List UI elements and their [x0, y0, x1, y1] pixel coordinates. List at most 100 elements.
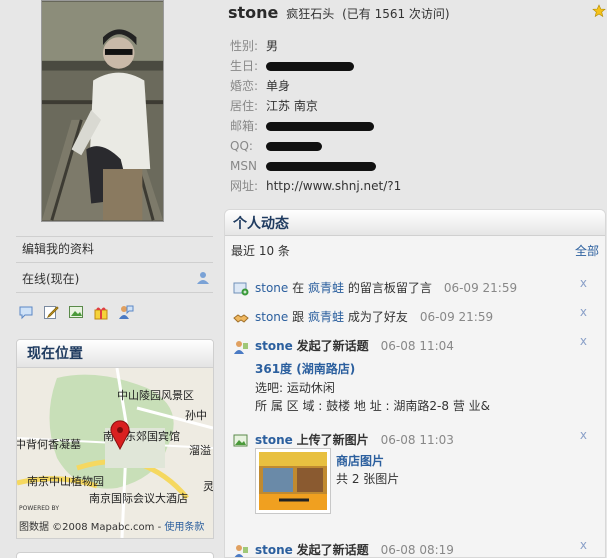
redacted-value [266, 162, 376, 171]
location-title: 现在位置 [17, 340, 213, 368]
redacted-value [266, 62, 354, 71]
avatar[interactable] [41, 0, 164, 222]
feed-line: stone 上传了新图片 06-08 11:03 [255, 432, 454, 448]
info-qq: QQ: [230, 136, 401, 156]
info-website: 网址: http://www.shnj.net/?1 [230, 176, 401, 196]
info-key: QQ: [230, 139, 253, 153]
info-msn: MSN [230, 156, 401, 176]
map-label: 孙中 [185, 409, 207, 422]
feed-item: stone 上传了新图片 06-08 11:03 x 商店图片 共 2 张图片 [233, 428, 599, 532]
handshake-icon [233, 311, 249, 325]
topic-summary: 所 属 区 域 : 鼓楼 地 址 : 湖南路2-8 营 业& [255, 399, 491, 413]
info-gender: 性别: 男 [230, 36, 401, 56]
picture-icon[interactable] [68, 304, 84, 320]
topic-summary: 选吧: 运动休闲 [255, 381, 335, 395]
redacted-value [266, 142, 322, 151]
info-key: MSN [230, 159, 257, 173]
website-link[interactable]: http://www.shnj.net/?1 [266, 179, 401, 193]
divider [16, 236, 213, 237]
actor-link[interactable]: stone [255, 433, 293, 447]
map-label: 南京国际会议大酒店 [89, 492, 188, 505]
close-icon[interactable]: x [580, 428, 587, 442]
feed-time: 06-08 11:03 [380, 433, 454, 447]
actor-link[interactable]: stone [255, 310, 288, 324]
feed-action: 发起了新话题 [296, 339, 369, 353]
avatar-photo [42, 1, 163, 221]
username: stone [228, 3, 279, 22]
feed-action: 上传了新图片 [296, 433, 369, 447]
friend-icon[interactable] [118, 304, 134, 320]
info-value: 单身 [266, 79, 291, 93]
map-pin-icon[interactable] [109, 420, 131, 450]
left-column: 编辑我的资料 在线(现在) 现在位置 中山陵园风景区 孙中 中背何香凝墓 南京东… [0, 0, 218, 558]
feed-all-link[interactable]: 全部 [575, 242, 599, 259]
album-thumbnail[interactable] [255, 448, 331, 514]
feed-action: 发起了新话题 [296, 543, 369, 557]
feed-line: stone 发起了新话题 06-08 08:19 [255, 542, 454, 557]
map-copyright: 图数据 ©2008 Mapabc.com - [19, 522, 165, 533]
actor-link[interactable]: stone [255, 543, 293, 557]
user-topic-icon [233, 544, 249, 557]
map-footer: 图数据 ©2008 Mapabc.com - 使用条款 [17, 518, 213, 538]
activity-feed: 个人动态 最近 10 条 全部 stone 在 疯青蛙 的留言板留了言 06-09… [224, 209, 606, 558]
map-label: 中背何香凝墓 [17, 438, 81, 451]
user-status-icon[interactable] [196, 271, 210, 285]
info-value: 江苏 南京 [266, 99, 318, 113]
profile-header: stone 疯狂石头 (已有 1561 次访问) [228, 3, 450, 22]
comment-icon[interactable] [18, 304, 34, 320]
feed-time: 06-08 11:04 [380, 339, 454, 353]
divider [16, 292, 213, 293]
feed-text: 成为了好友 [347, 310, 408, 324]
close-icon[interactable]: x [580, 538, 587, 552]
target-link[interactable]: 疯青蛙 [308, 310, 344, 324]
map-label: 溜溢 [189, 444, 211, 457]
info-key: 婚恋: [230, 79, 259, 93]
feed-line: stone 跟 疯青蛙 成为了好友 06-09 21:59 [255, 309, 493, 325]
feed-subtitle: 最近 10 条 [231, 244, 290, 258]
nickname: 疯狂石头 [286, 7, 335, 21]
location-panel: 现在位置 中山陵园风景区 孙中 中背何香凝墓 南京东郊国宾馆 溜溢 南京中山植物… [16, 339, 214, 539]
info-value: 男 [266, 39, 279, 53]
next-panel [16, 552, 214, 558]
map[interactable]: 中山陵园风景区 孙中 中背何香凝墓 南京东郊国宾馆 溜溢 南京中山植物园 南京国… [17, 368, 213, 538]
close-icon[interactable]: x [580, 334, 587, 348]
redacted-value [266, 122, 374, 131]
actor-link[interactable]: stone [255, 281, 288, 295]
action-icons [18, 304, 134, 320]
info-birthday: 生日: [230, 56, 401, 76]
upload-picture-icon [233, 434, 249, 448]
close-icon[interactable]: x [580, 305, 587, 319]
terms-link[interactable]: 使用条款 [164, 522, 204, 533]
star-icon[interactable] [592, 4, 606, 18]
target-link[interactable]: 疯青蛙 [308, 281, 344, 295]
actor-link[interactable]: stone [255, 339, 293, 353]
map-label: 南京中山植物园 [27, 475, 104, 488]
edit-profile-link[interactable]: 编辑我的资料 [22, 240, 94, 257]
map-label: 灵 [203, 480, 213, 493]
close-icon[interactable]: x [580, 276, 587, 290]
divider [16, 262, 213, 263]
feed-text: 在 [292, 281, 305, 295]
feed-line: stone 发起了新话题 06-08 11:04 [255, 338, 454, 354]
feed-text: 跟 [292, 310, 305, 324]
feed-line: stone 在 疯青蛙 的留言板留了言 06-09 21:59 [255, 280, 517, 296]
info-key: 居住: [230, 99, 259, 113]
feed-time: 06-09 21:59 [443, 281, 518, 295]
info-key: 网址: [230, 179, 259, 193]
info-email: 邮箱: [230, 116, 401, 136]
gift-icon[interactable] [93, 304, 109, 320]
info-key: 邮箱: [230, 119, 259, 133]
info-residence: 居住: 江苏 南京 [230, 96, 401, 116]
feed-time: 06-09 21:59 [419, 310, 494, 324]
powered-by-label: POWERED BY [19, 505, 60, 512]
info-key: 性别: [230, 39, 259, 53]
album-name-link[interactable]: 商店图片 [336, 452, 384, 469]
visit-count: (已有 1561 次访问) [342, 7, 450, 21]
edit-icon[interactable] [43, 304, 59, 320]
album-count: 共 2 张图片 [336, 472, 400, 486]
feed-time: 06-08 08:19 [380, 543, 454, 557]
message-board-icon [233, 282, 249, 296]
user-topic-icon [233, 340, 249, 354]
topic-title-link[interactable]: 361度 (湖南路店) [255, 360, 355, 377]
online-status: 在线(现在) [22, 272, 80, 286]
